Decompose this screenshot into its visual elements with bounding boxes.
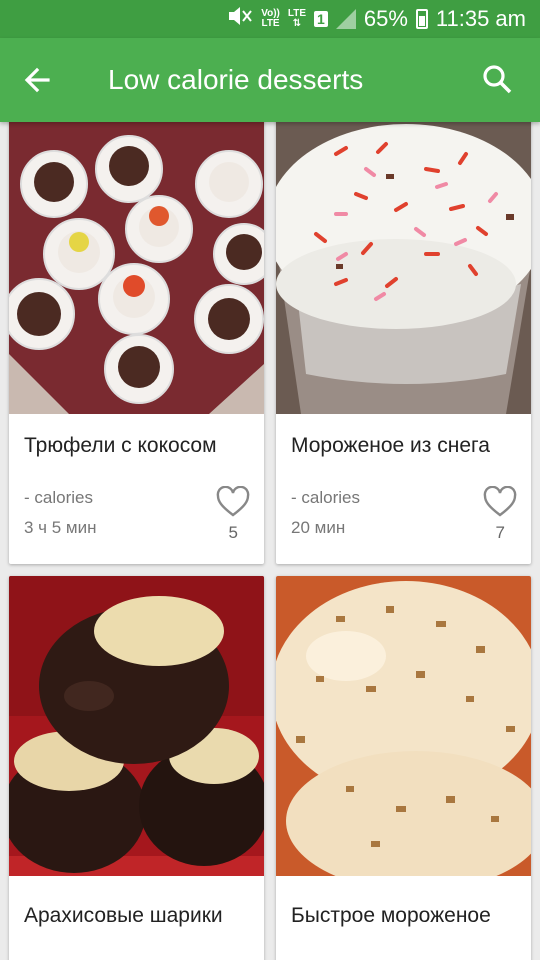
status-bar: Vo)) LTE LTE ⇅ 1 65% 11:35 am — [0, 0, 540, 38]
data-arrows-icon: ⇅ — [292, 18, 302, 29]
recipe-calories: - calories — [291, 488, 360, 507]
recipe-time: 20 мин — [291, 518, 346, 537]
recipe-photo — [276, 576, 531, 876]
mute-icon — [227, 5, 253, 33]
like-count: 7 — [495, 523, 505, 542]
sim-badge: 1 — [314, 11, 328, 27]
like-count: 5 — [228, 523, 238, 542]
lte-data-icon: LTE ⇅ — [288, 9, 306, 29]
recipe-title: Мороженое из снега — [291, 434, 490, 457]
recipe-photo — [9, 576, 264, 876]
battery-icon — [415, 9, 428, 29]
recipe-title: Трюфели с кокосом — [24, 434, 217, 457]
recipe-card[interactable]: Арахисовые шарики — [9, 576, 264, 960]
recipe-title: Быстрое мороженое — [291, 904, 491, 927]
back-button[interactable] — [18, 60, 58, 100]
app-bar: Low calorie desserts — [0, 38, 540, 122]
status-icons: Vo)) LTE LTE ⇅ 1 65% 11:35 am — [227, 0, 526, 38]
recipe-time: 3 ч 5 мин — [24, 518, 97, 537]
volte-icon: Vo)) LTE — [261, 9, 280, 29]
search-button[interactable] — [478, 60, 518, 100]
heart-icon[interactable] — [216, 486, 250, 518]
recipe-photo — [276, 122, 531, 414]
recipe-grid: Трюфели с кокосом - calories 3 ч 5 мин 5 — [0, 122, 540, 960]
recipe-photo — [9, 122, 264, 414]
heart-icon[interactable] — [483, 486, 517, 518]
recipe-title: Арахисовые шарики — [24, 904, 223, 927]
recipe-card[interactable]: Трюфели с кокосом - calories 3 ч 5 мин 5 — [9, 122, 264, 564]
signal-icon — [335, 9, 356, 29]
recipe-calories: - calories — [24, 488, 93, 507]
search-icon — [483, 65, 512, 94]
recipe-card[interactable]: Быстрое мороженое — [276, 576, 531, 960]
recipe-card[interactable]: Мороженое из снега - calories 20 мин 7 — [276, 122, 531, 564]
arrow-left-icon — [24, 67, 50, 93]
battery-percent: 65% — [363, 6, 408, 31]
clock: 11:35 am — [435, 6, 526, 31]
page-title: Low calorie desserts — [108, 64, 364, 95]
volte-bottom: LTE — [261, 18, 280, 29]
